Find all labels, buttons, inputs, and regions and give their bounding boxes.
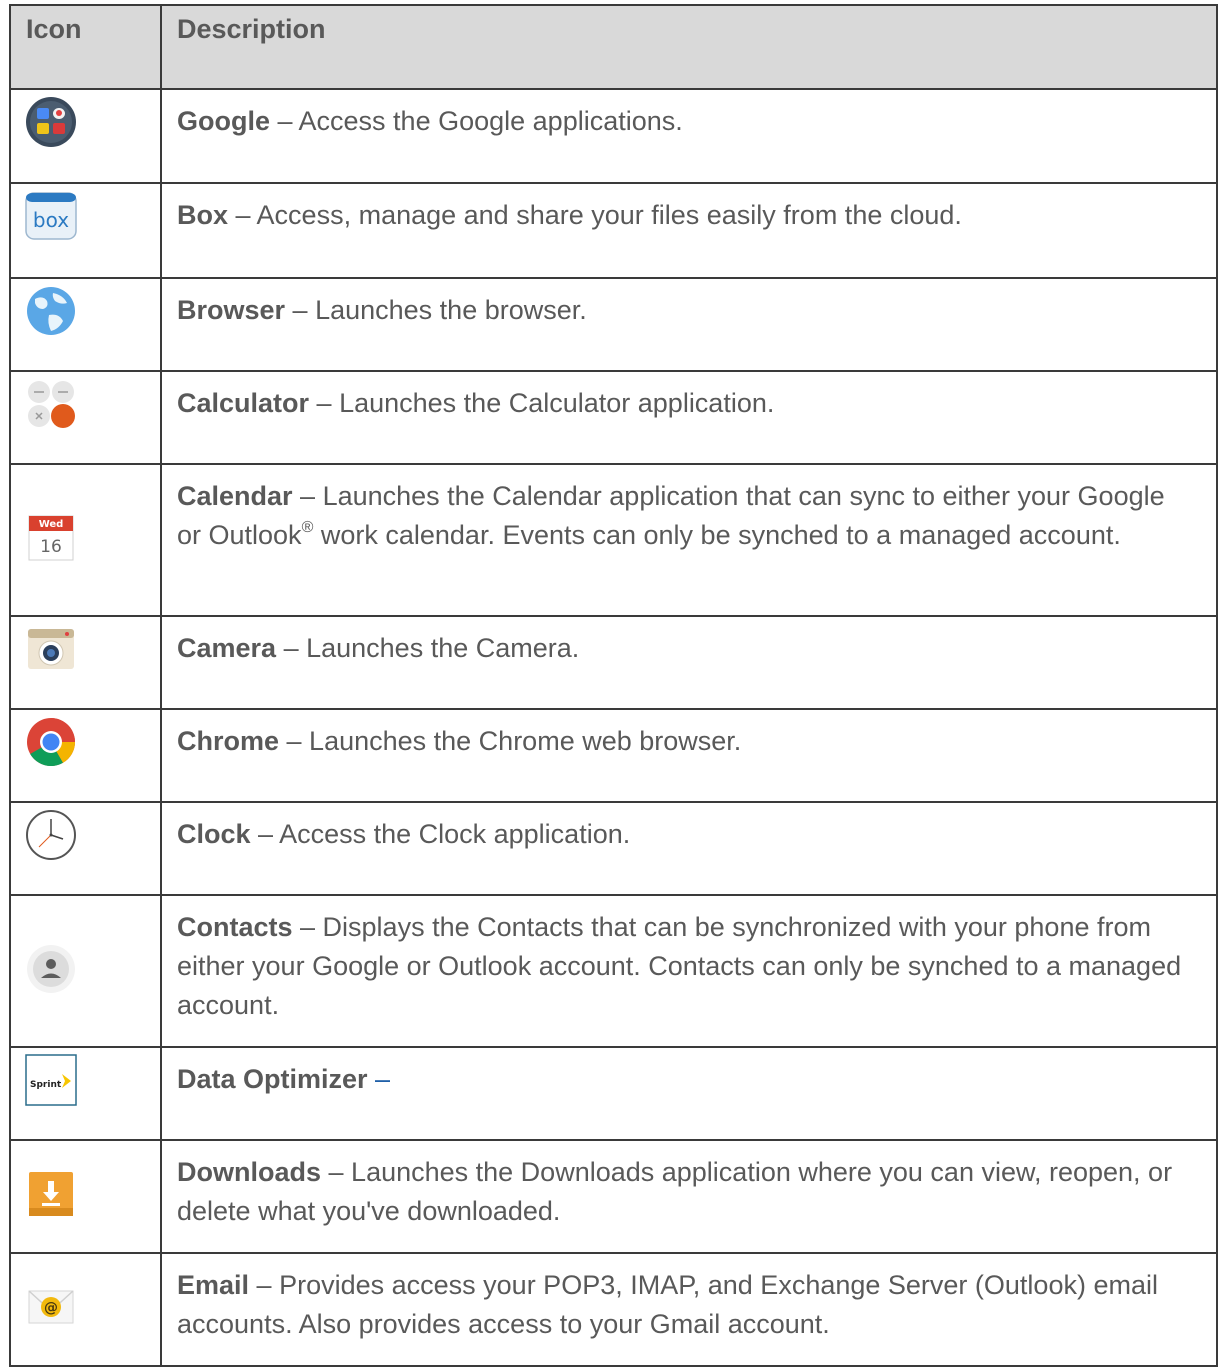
app-name: Email (177, 1270, 250, 1300)
app-description: Launches the browser. (315, 295, 587, 325)
app-name: Browser (177, 295, 286, 325)
google-folder-icon (26, 97, 76, 147)
row-description: Downloads – Launches the Downloads appli… (160, 1139, 1218, 1254)
row-description: Calculator – Launches the Calculator app… (160, 370, 1218, 465)
app-name: Calendar (177, 481, 293, 511)
calendar-icon: Wed 16 (28, 515, 74, 560)
table-row: Camera – Launches the Camera. (9, 615, 1218, 710)
globe-icon (27, 287, 75, 335)
table-row: Browser – Launches the browser. (9, 277, 1218, 372)
svg-text:Sprint: Sprint (30, 1080, 62, 1090)
svg-text:16: 16 (40, 537, 62, 557)
table-row: @ Email – Provides access your POP3, IMA… (9, 1252, 1218, 1367)
camera-icon (28, 629, 74, 669)
app-name: Downloads (177, 1157, 322, 1187)
sprint-icon: Sprint (25, 1054, 77, 1106)
email-icon: @ (28, 1290, 74, 1324)
app-description: Displays the Contacts that can be synchr… (177, 912, 1182, 1020)
download-icon (29, 1172, 73, 1216)
chrome-icon (27, 718, 75, 767)
row-description: Box – Access, manage and share your file… (160, 182, 1218, 279)
calculator-icon (28, 381, 75, 428)
box-icon-text: box (33, 208, 69, 232)
app-name: Google (177, 106, 270, 136)
row-description: Data Optimizer – (160, 1046, 1218, 1141)
table-header-row: Icon Description (9, 4, 1218, 90)
table-row: Google – Access the Google applications. (9, 88, 1218, 184)
table-row: Sprint Data Optimizer – (9, 1046, 1218, 1141)
app-name: Box (177, 200, 229, 230)
row-description: Contacts – Displays the Contacts that ca… (160, 894, 1218, 1048)
table-row: box Box – Access, manage and share your … (9, 182, 1218, 279)
app-name: Camera (177, 633, 277, 663)
header-icon: Icon (9, 4, 162, 90)
row-description: Email – Provides access your POP3, IMAP,… (160, 1252, 1218, 1367)
app-description: Launches the Camera. (306, 633, 580, 663)
table-row: Calculator – Launches the Calculator app… (9, 370, 1218, 465)
row-description: Google – Access the Google applications. (160, 88, 1218, 184)
table-row: Clock – Access the Clock application. (9, 801, 1218, 896)
table-row: Chrome – Launches the Chrome web browser… (9, 708, 1218, 803)
svg-text:@: @ (44, 1300, 58, 1316)
row-description: Clock – Access the Clock application. (160, 801, 1218, 896)
table-row: Contacts – Displays the Contacts that ca… (9, 894, 1218, 1048)
box-icon: box (25, 192, 77, 240)
svg-text:Wed: Wed (39, 519, 64, 530)
row-description: Camera – Launches the Camera. (160, 615, 1218, 710)
app-name: Contacts (177, 912, 293, 942)
app-description: Access the Clock application. (279, 819, 631, 849)
app-name: Chrome (177, 726, 280, 756)
table-row: Downloads – Launches the Downloads appli… (9, 1139, 1218, 1254)
app-description: Provides access your POP3, IMAP, and Exc… (177, 1270, 1158, 1339)
contacts-icon (27, 944, 75, 993)
clock-icon (26, 810, 76, 860)
app-icon-table: Icon Description Google – Access the Goo… (9, 4, 1218, 1367)
row-description: Chrome – Launches the Chrome web browser… (160, 708, 1218, 803)
app-description: Launches the Chrome web browser. (309, 726, 742, 756)
app-name: Calculator (177, 388, 310, 418)
app-name: Data Optimizer (177, 1064, 368, 1094)
header-description: Description (160, 4, 1218, 90)
app-description: Access the Google applications. (298, 106, 683, 136)
app-name: Clock (177, 819, 251, 849)
app-description: Launches the Calculator application. (339, 388, 775, 418)
table-row: Wed 16 Calendar – Launches the Calendar … (9, 463, 1218, 617)
app-description: Access, manage and share your files easi… (256, 200, 962, 230)
row-description: Calendar – Launches the Calendar applica… (160, 463, 1218, 617)
row-description: Browser – Launches the browser. (160, 277, 1218, 372)
